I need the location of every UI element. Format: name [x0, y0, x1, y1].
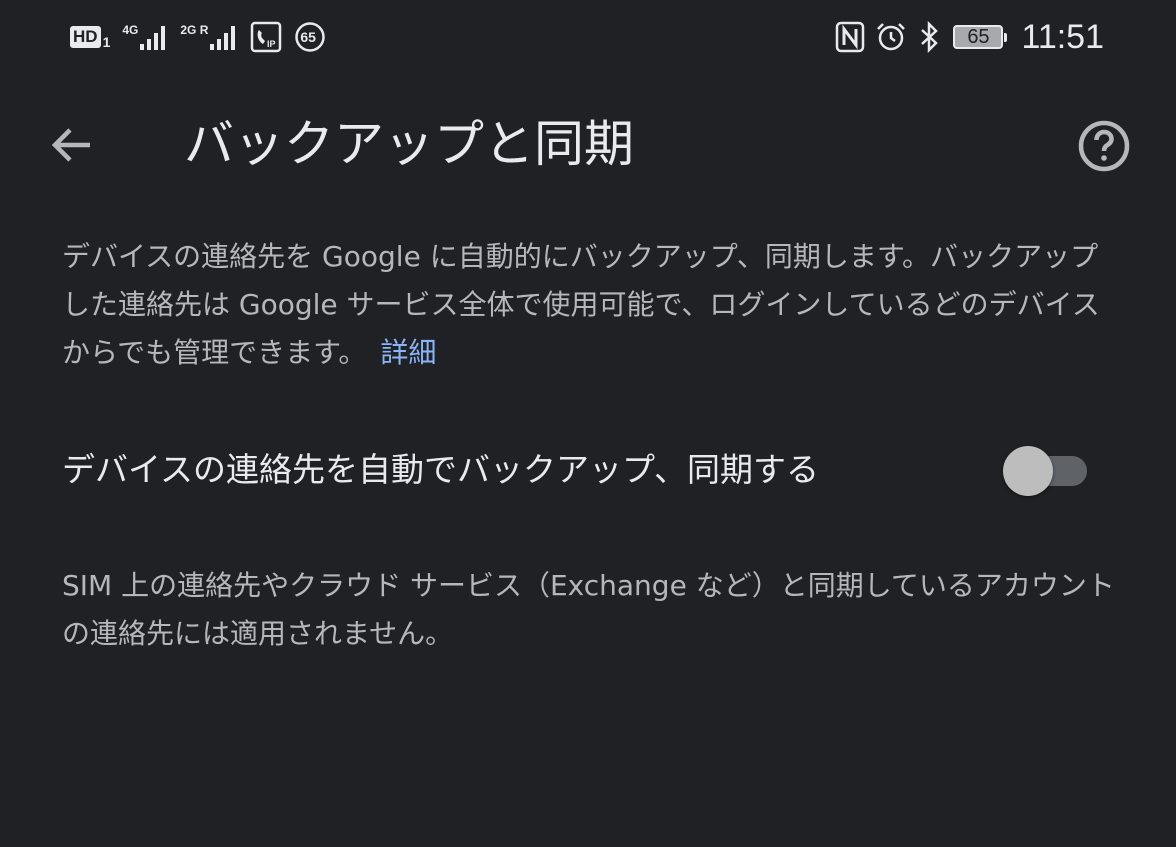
arrow-back-icon	[51, 128, 90, 162]
hd-icon: HD 1	[70, 26, 111, 50]
help-button[interactable]	[1076, 118, 1132, 174]
back-button[interactable]	[42, 120, 102, 170]
auto-backup-setting-label: デバイスの連絡先を自動でバックアップ、同期する	[62, 450, 820, 489]
status-bar: HD 1 4G 2G R IP 65 65 11:51	[0, 0, 1176, 76]
auto-backup-toggle[interactable]	[1003, 444, 1089, 496]
signal-2g-roaming-icon: 2G R	[180, 22, 238, 52]
page-title: バックアップと同期	[184, 115, 634, 173]
help-circle-icon	[1078, 120, 1130, 172]
bluetooth-icon	[917, 21, 943, 53]
toggle-thumb	[1003, 446, 1053, 496]
footnote-text: SIM 上の連絡先やクラウド サービス（Exchange など）と同期しているア…	[62, 569, 1115, 650]
battery-icon: 65	[953, 25, 1008, 49]
svg-text:IP: IP	[267, 39, 276, 49]
signal-4g-icon: 4G	[122, 22, 168, 52]
status-left-group: HD 1 4G 2G R IP 65	[70, 18, 326, 56]
description-body: デバイスの連絡先を Google に自動的にバックアップ、同期します。バックアッ…	[62, 240, 1100, 369]
status-clock: 11:51	[1021, 18, 1104, 56]
notification-count-label: 65	[300, 29, 316, 45]
learn-more-link[interactable]: 詳細	[380, 336, 436, 369]
hd-sub-label: 1	[102, 34, 111, 50]
notification-count-icon: 65	[294, 21, 326, 53]
alarm-icon	[875, 21, 907, 53]
auto-backup-setting-row[interactable]: デバイスの連絡先を自動でバックアップ、同期する	[0, 430, 1176, 510]
description-text: デバイスの連絡先を Google に自動的にバックアップ、同期します。バックアッ…	[62, 233, 1112, 377]
app-bar: バックアップと同期	[0, 90, 1176, 200]
nfc-icon	[835, 21, 865, 53]
sim2-network-label: 2G R	[180, 23, 209, 37]
hd-label: HD	[70, 26, 101, 48]
call-ip-icon: IP	[250, 21, 282, 53]
sim1-network-label: 4G	[122, 23, 139, 37]
status-right-group: 65 11:51	[835, 18, 1104, 56]
battery-level-label: 65	[967, 25, 990, 48]
